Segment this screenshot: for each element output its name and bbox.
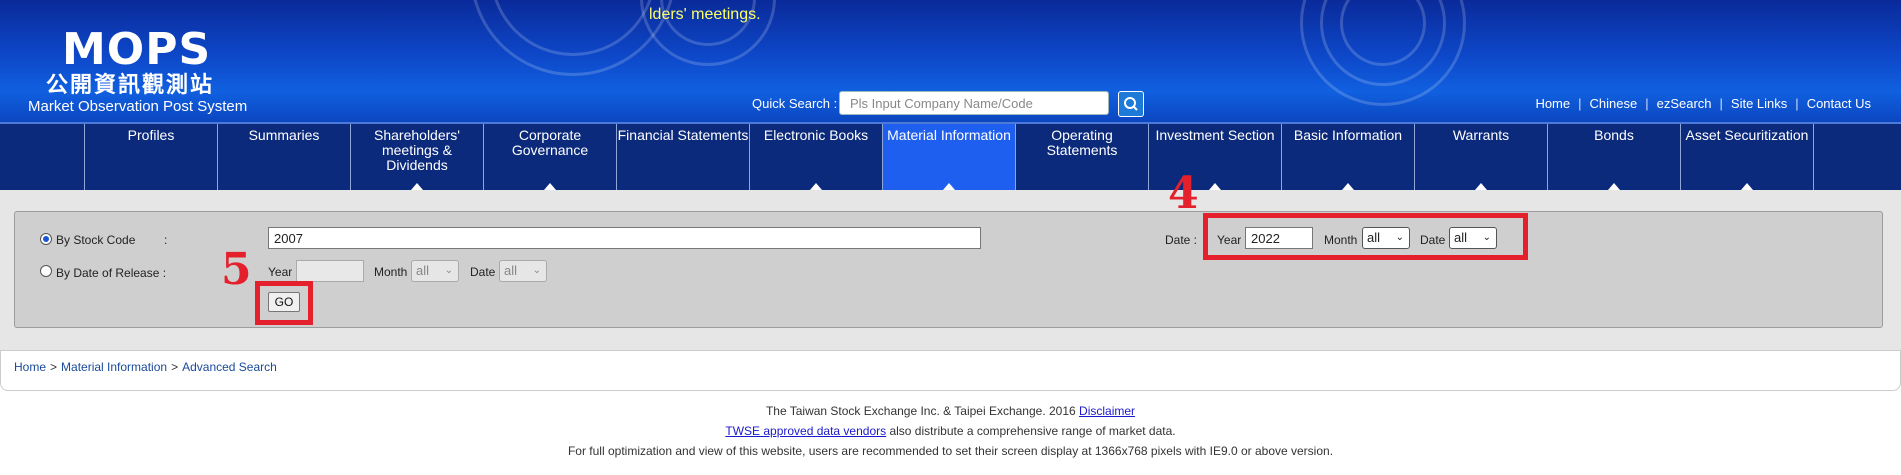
top-link-contact-us[interactable]: Contact Us	[1807, 96, 1871, 111]
nav-shareholders-meetings[interactable]: Shareholders' meetings & Dividends	[350, 124, 483, 190]
quick-search-label: Quick Search :	[752, 96, 838, 111]
breadcrumb-separator: >	[171, 360, 179, 374]
top-links: Home | Chinese | ezSearch | Site Links | Con…	[1535, 96, 1871, 111]
nav-label: Operating Statements	[1046, 127, 1118, 158]
by-stock-code-label: By Stock Code	[56, 233, 136, 247]
footer-vendors: TWSE approved data vendors also distribu…	[0, 424, 1901, 438]
nav-summaries[interactable]: Summaries	[217, 124, 350, 190]
select-value: all	[416, 263, 430, 278]
nav-profiles[interactable]: Profiles	[84, 124, 217, 190]
nav-label: Corporate Governance	[511, 127, 589, 158]
nav-warrants[interactable]: Warrants	[1414, 124, 1547, 190]
submenu-arrow-icon	[1475, 183, 1487, 190]
nav-financial-statements[interactable]: Financial Statements	[616, 124, 749, 190]
search-icon	[1124, 97, 1138, 111]
breadcrumb-bar	[0, 350, 1901, 391]
submenu-arrow-icon	[411, 183, 423, 190]
separator: |	[1719, 96, 1723, 111]
by-date-of-release-radio[interactable]	[40, 265, 52, 277]
nav-label: Material Information	[887, 127, 1011, 143]
footer-copyright-text: The Taiwan Stock Exchange Inc. & Taipei …	[765, 404, 1080, 418]
nav-label: Profiles	[127, 127, 175, 143]
footer-vendors-text: also distribute a comprehensive range of…	[886, 424, 1176, 438]
quick-search-button[interactable]	[1118, 91, 1144, 117]
logo-english: Market Observation Post System	[28, 98, 248, 115]
nav-electronic-books[interactable]: Electronic Books	[749, 124, 882, 190]
annotation-box-date-filters	[1203, 213, 1528, 260]
nav-basic-information[interactable]: Basic Information	[1281, 124, 1414, 190]
release-month-label: Month	[374, 265, 408, 279]
nav-label: Asset Securitization	[1685, 127, 1809, 143]
nav-asset-securitization[interactable]: Asset Securitization	[1680, 124, 1813, 190]
nav-bonds[interactable]: Bonds	[1547, 124, 1680, 190]
breadcrumb-material-information[interactable]: Material Information	[61, 360, 167, 374]
separator: |	[1795, 96, 1799, 111]
nav-label: Shareholders' meetings & Dividends	[374, 127, 460, 173]
nav-label: Investment Section	[1155, 127, 1275, 143]
nav-label: Warrants	[1452, 127, 1510, 143]
news-marquee[interactable]: lders' meetings.	[649, 6, 761, 24]
by-date-of-release-label: By Date of Release :	[56, 266, 167, 280]
disclaimer-link[interactable]: Disclaimer	[1079, 404, 1135, 418]
top-link-home[interactable]: Home	[1535, 96, 1570, 111]
breadcrumb-separator: >	[50, 360, 58, 374]
top-link-ezsearch[interactable]: ezSearch	[1657, 96, 1712, 111]
by-stock-code-radio[interactable]	[40, 233, 52, 245]
release-date-select[interactable]: all ⌄	[499, 260, 547, 282]
nav-label: Basic Information	[1293, 127, 1403, 143]
breadcrumb-home[interactable]: Home	[14, 360, 46, 374]
site-header: MOPS 公開資訊觀測站 Market Observation Post Sys…	[0, 0, 1901, 122]
submenu-arrow-icon	[544, 183, 556, 190]
logo-wordmark: MOPS	[62, 24, 212, 75]
logo-chinese: 公開資訊觀測站	[46, 72, 215, 98]
top-link-chinese[interactable]: Chinese	[1590, 96, 1638, 111]
breadcrumb-advanced-search[interactable]: Advanced Search	[182, 360, 277, 374]
release-month-select[interactable]: all ⌄	[411, 260, 459, 282]
footer-display-notice: For full optimization and view of this w…	[567, 444, 1334, 458]
submenu-arrow-icon	[1608, 183, 1620, 190]
nav-divider	[1813, 124, 1814, 190]
footer-copyright: The Taiwan Stock Exchange Inc. & Taipei …	[0, 404, 1901, 418]
quick-search-input[interactable]	[839, 91, 1109, 115]
nav-corporate-governance[interactable]: Corporate Governance	[483, 124, 616, 190]
annotation-number-4: 4	[1168, 168, 1199, 219]
release-date-label: Date	[470, 265, 496, 279]
separator: |	[1578, 96, 1582, 111]
breadcrumb: Home > Material Information > Advanced Searc…	[14, 360, 277, 374]
site-logo[interactable]: MOPS 公開資訊觀測站 Market Observation Post Sys…	[28, 24, 248, 116]
nav-label: Financial Statements	[617, 127, 749, 143]
nav-label: Summaries	[248, 127, 320, 143]
chevron-down-icon: ⌄	[532, 265, 541, 276]
annotation-box-go-button	[255, 281, 313, 325]
main-nav: Profiles Summaries Shareholders' meeting…	[0, 122, 1901, 190]
annotation-number-5: 5	[221, 244, 252, 295]
chevron-down-icon: ⌄	[444, 265, 453, 276]
nav-label: Electronic Books	[763, 127, 869, 143]
nav-operating-statements[interactable]: Operating Statements	[1015, 124, 1148, 190]
top-link-site-links[interactable]: Site Links	[1731, 96, 1787, 111]
select-value: all	[504, 263, 518, 278]
stock-code-input[interactable]	[268, 227, 981, 249]
separator: |	[1645, 96, 1649, 111]
twse-vendors-link[interactable]: TWSE approved data vendors	[725, 424, 886, 438]
stock-code-colon: :	[164, 233, 168, 247]
submenu-arrow-icon	[1342, 183, 1354, 190]
submenu-arrow-icon	[810, 183, 822, 190]
date-filter-label: Date :	[1165, 233, 1198, 247]
release-year-input[interactable]	[296, 260, 364, 282]
submenu-arrow-icon	[1209, 183, 1221, 190]
release-year-label: Year	[268, 265, 293, 279]
nav-label: Bonds	[1594, 127, 1634, 143]
nav-material-information[interactable]: Material Information	[882, 124, 1015, 190]
submenu-arrow-icon	[1741, 183, 1753, 190]
submenu-arrow-icon	[943, 183, 955, 190]
